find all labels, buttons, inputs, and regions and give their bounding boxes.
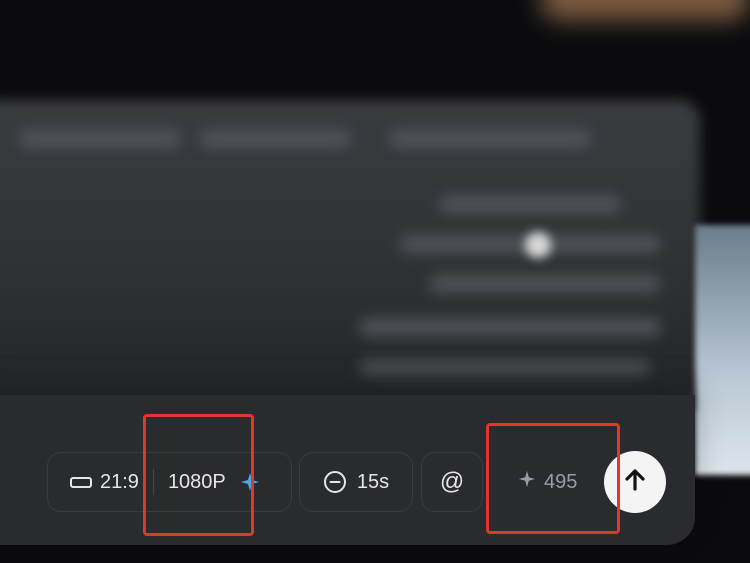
duration-label: 15s <box>356 470 390 493</box>
aspect-ratio-label: 21:9 <box>100 470 139 493</box>
blurred-text <box>360 318 660 336</box>
blurred-text <box>390 130 590 148</box>
arrow-up-icon <box>621 466 649 499</box>
blurred-text <box>430 275 660 293</box>
aspect-ratio-icon <box>70 476 92 488</box>
minus-circle-icon <box>323 470 347 494</box>
background-glow <box>540 0 750 20</box>
annotation-highlight <box>143 414 254 536</box>
blurred-knob <box>525 232 551 258</box>
aspect-ratio-selector[interactable]: 21:9 <box>48 471 139 494</box>
blurred-text <box>20 130 180 148</box>
mention-label: @ <box>439 468 465 495</box>
annotation-highlight <box>486 423 620 534</box>
blurred-text <box>440 195 620 213</box>
mention-button[interactable]: @ <box>421 452 483 512</box>
blurred-thumbnail <box>695 225 750 475</box>
duration-selector[interactable]: 15s <box>299 452 413 512</box>
blurred-text <box>200 130 350 148</box>
